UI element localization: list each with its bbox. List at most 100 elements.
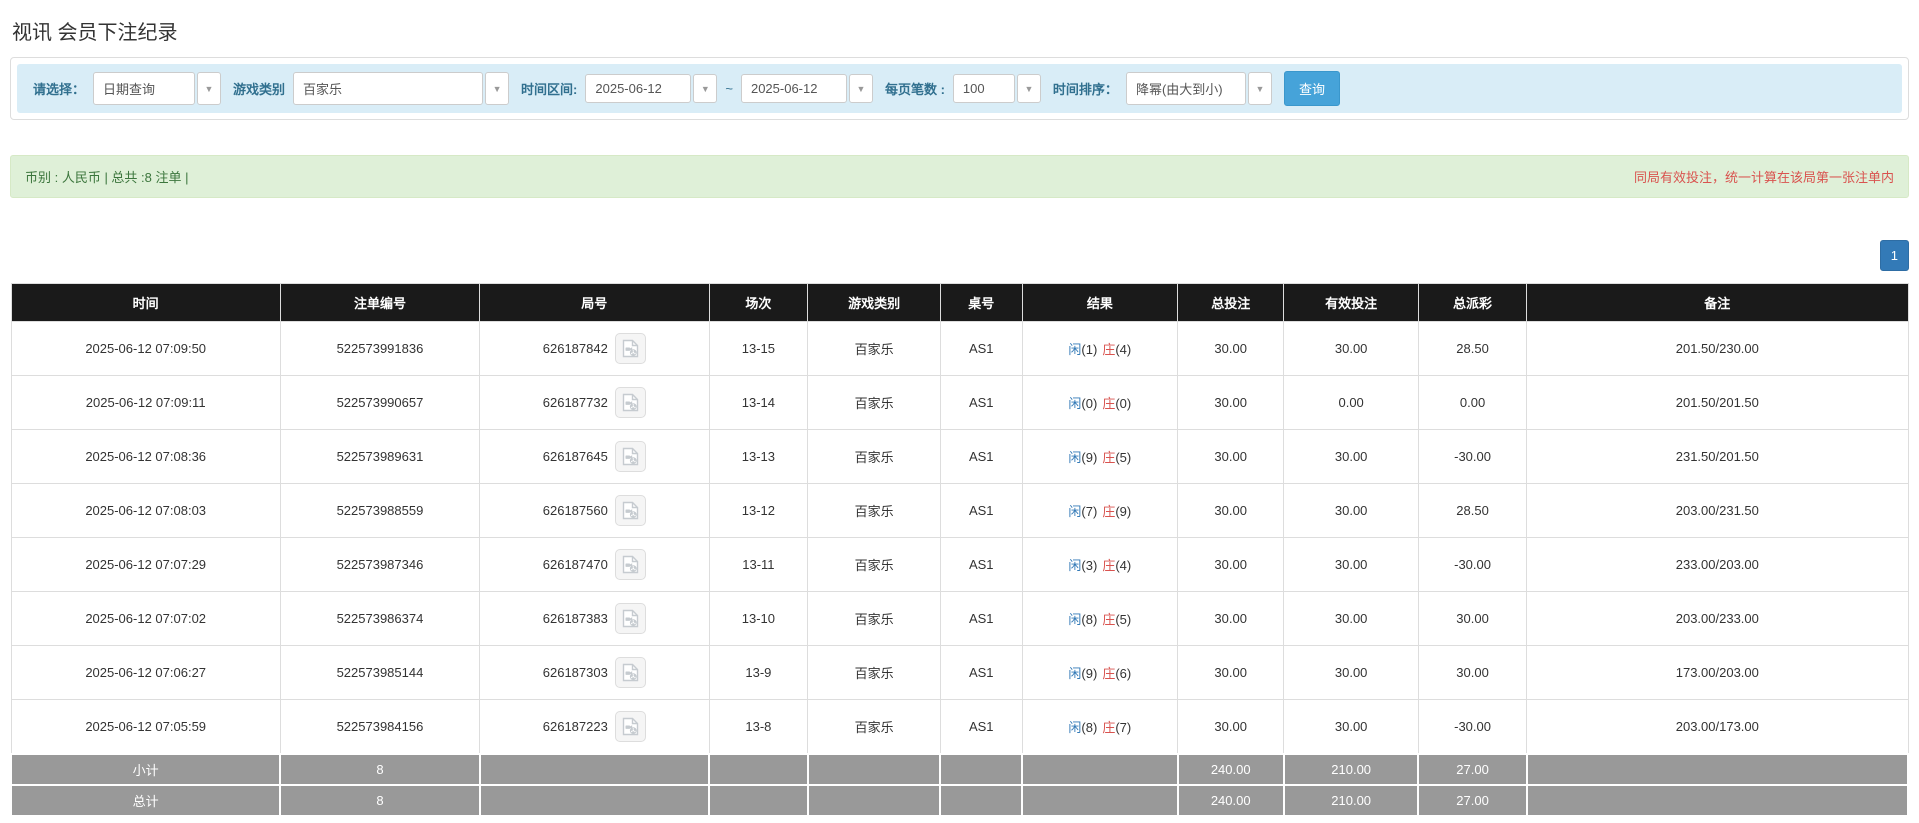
cell-remark: 201.50/230.00 (1527, 322, 1908, 376)
chevron-down-icon[interactable]: ▼ (849, 74, 873, 103)
header-total-bet: 总投注 (1178, 284, 1284, 322)
table-row: 2025-06-12 07:09:50 522573991836 6261878… (11, 322, 1908, 376)
cell-bet-id: 522573984156 (280, 700, 479, 754)
cell-game-type: 百家乐 (808, 322, 941, 376)
cell-valid-bet: 30.00 (1284, 484, 1419, 538)
game-type-select[interactable]: 百家乐 ▼ (293, 72, 509, 105)
filter-bar: 请选择： 日期查询 ▼ 游戏类别 百家乐 ▼ 时间区间: 2025-06-12 … (17, 64, 1902, 113)
cell-payout: 30.00 (1418, 646, 1526, 700)
video-file-icon (622, 447, 639, 466)
time-sort-select[interactable]: 降幂(由大到小) ▼ (1126, 72, 1272, 105)
cell-game-type: 百家乐 (808, 376, 941, 430)
bet-records-table: 时间 注单编号 局号 场次 游戏类别 桌号 结果 总投注 有效投注 总派彩 备注… (10, 283, 1909, 817)
chevron-down-icon[interactable]: ▼ (1017, 74, 1041, 103)
grand-total-row: 总计 8 240.00 210.00 27.00 (11, 785, 1908, 816)
total-bet-link[interactable]: 30.00 (1178, 322, 1284, 376)
video-replay-button[interactable] (615, 495, 646, 526)
total-bet-link[interactable]: 30.00 (1178, 484, 1284, 538)
cell-payout: -30.00 (1418, 538, 1526, 592)
page-1-button[interactable]: 1 (1880, 240, 1909, 271)
round-id-value: 626187560 (543, 503, 608, 518)
total-bet-link[interactable]: 30.00 (1178, 538, 1284, 592)
chevron-down-icon[interactable]: ▼ (197, 72, 221, 105)
video-replay-button[interactable] (615, 387, 646, 418)
video-replay-button[interactable] (615, 711, 646, 742)
chevron-down-icon[interactable]: ▼ (693, 74, 717, 103)
cell-remark: 203.00/231.50 (1527, 484, 1908, 538)
chevron-down-icon[interactable]: ▼ (1248, 72, 1272, 105)
cell-round-id: 626187383 (480, 592, 710, 646)
cell-session: 13-10 (709, 592, 808, 646)
banker-label: 庄 (1102, 558, 1115, 573)
cell-time: 2025-06-12 07:08:03 (11, 484, 280, 538)
date-to-value[interactable]: 2025-06-12 (741, 74, 847, 103)
round-id-value: 626187223 (543, 719, 608, 734)
total-bet-link[interactable]: 30.00 (1178, 592, 1284, 646)
cell-result: 闲(3)庄(4) (1022, 538, 1178, 592)
time-sort-value[interactable]: 降幂(由大到小) (1126, 72, 1246, 105)
player-score: (0) (1081, 396, 1097, 411)
pagination: 1 (10, 240, 1909, 271)
banker-label: 庄 (1102, 504, 1115, 519)
banker-label: 庄 (1102, 450, 1115, 465)
date-range-tilde: ~ (725, 81, 733, 96)
page-size-value[interactable]: 100 (953, 74, 1015, 103)
cell-time: 2025-06-12 07:06:27 (11, 646, 280, 700)
round-id-value: 626187303 (543, 665, 608, 680)
video-replay-button[interactable] (615, 441, 646, 472)
page: 视讯 会员下注纪录 请选择： 日期查询 ▼ 游戏类别 百家乐 ▼ 时间区间: 2… (0, 0, 1919, 823)
header-payout: 总派彩 (1418, 284, 1526, 322)
cell-payout: -30.00 (1418, 430, 1526, 484)
date-from-picker[interactable]: 2025-06-12 ▼ (585, 74, 717, 103)
search-button[interactable]: 查询 (1284, 71, 1340, 106)
cell-result: 闲(8)庄(5) (1022, 592, 1178, 646)
total-bet-link[interactable]: 30.00 (1178, 646, 1284, 700)
video-file-icon (622, 393, 639, 412)
empty-cell (808, 785, 941, 816)
video-replay-button[interactable] (615, 657, 646, 688)
page-size-label: 每页笔数 : (885, 79, 945, 98)
cell-bet-id: 522573990657 (280, 376, 479, 430)
cell-valid-bet: 30.00 (1284, 430, 1419, 484)
table-row: 2025-06-12 07:07:29 522573987346 6261874… (11, 538, 1908, 592)
chevron-down-icon[interactable]: ▼ (485, 72, 509, 105)
cell-bet-id: 522573986374 (280, 592, 479, 646)
player-label: 闲 (1068, 504, 1081, 519)
cell-table-no: AS1 (940, 376, 1022, 430)
video-file-icon (622, 501, 639, 520)
cell-round-id: 626187470 (480, 538, 710, 592)
cell-time: 2025-06-12 07:07:02 (11, 592, 280, 646)
query-type-select[interactable]: 日期查询 ▼ (93, 72, 221, 105)
page-size-select[interactable]: 100 ▼ (953, 74, 1041, 103)
total-bet-link[interactable]: 30.00 (1178, 430, 1284, 484)
subtotal-count: 8 (280, 754, 479, 785)
round-id-value: 626187470 (543, 557, 608, 572)
banker-score: (4) (1115, 342, 1131, 357)
cell-payout: 28.50 (1418, 322, 1526, 376)
video-replay-button[interactable] (615, 549, 646, 580)
total-bet-link[interactable]: 30.00 (1178, 376, 1284, 430)
cell-valid-bet: 30.00 (1284, 592, 1419, 646)
empty-cell (940, 754, 1022, 785)
player-score: (9) (1081, 450, 1097, 465)
cell-bet-id: 522573989631 (280, 430, 479, 484)
cell-game-type: 百家乐 (808, 646, 941, 700)
header-bet-id: 注单编号 (280, 284, 479, 322)
cell-valid-bet: 0.00 (1284, 376, 1419, 430)
round-id-value: 626187842 (543, 341, 608, 356)
banker-label: 庄 (1102, 720, 1115, 735)
table-row: 2025-06-12 07:05:59 522573984156 6261872… (11, 700, 1908, 754)
video-file-icon (622, 339, 639, 358)
player-score: (8) (1081, 612, 1097, 627)
cell-session: 13-13 (709, 430, 808, 484)
date-from-value[interactable]: 2025-06-12 (585, 74, 691, 103)
video-replay-button[interactable] (615, 333, 646, 364)
game-type-value[interactable]: 百家乐 (293, 72, 483, 105)
date-to-picker[interactable]: 2025-06-12 ▼ (741, 74, 873, 103)
header-table-no: 桌号 (940, 284, 1022, 322)
total-bet-link[interactable]: 30.00 (1178, 700, 1284, 754)
cell-game-type: 百家乐 (808, 700, 941, 754)
subtotal-row: 小计 8 240.00 210.00 27.00 (11, 754, 1908, 785)
query-type-value[interactable]: 日期查询 (93, 72, 195, 105)
video-replay-button[interactable] (615, 603, 646, 634)
